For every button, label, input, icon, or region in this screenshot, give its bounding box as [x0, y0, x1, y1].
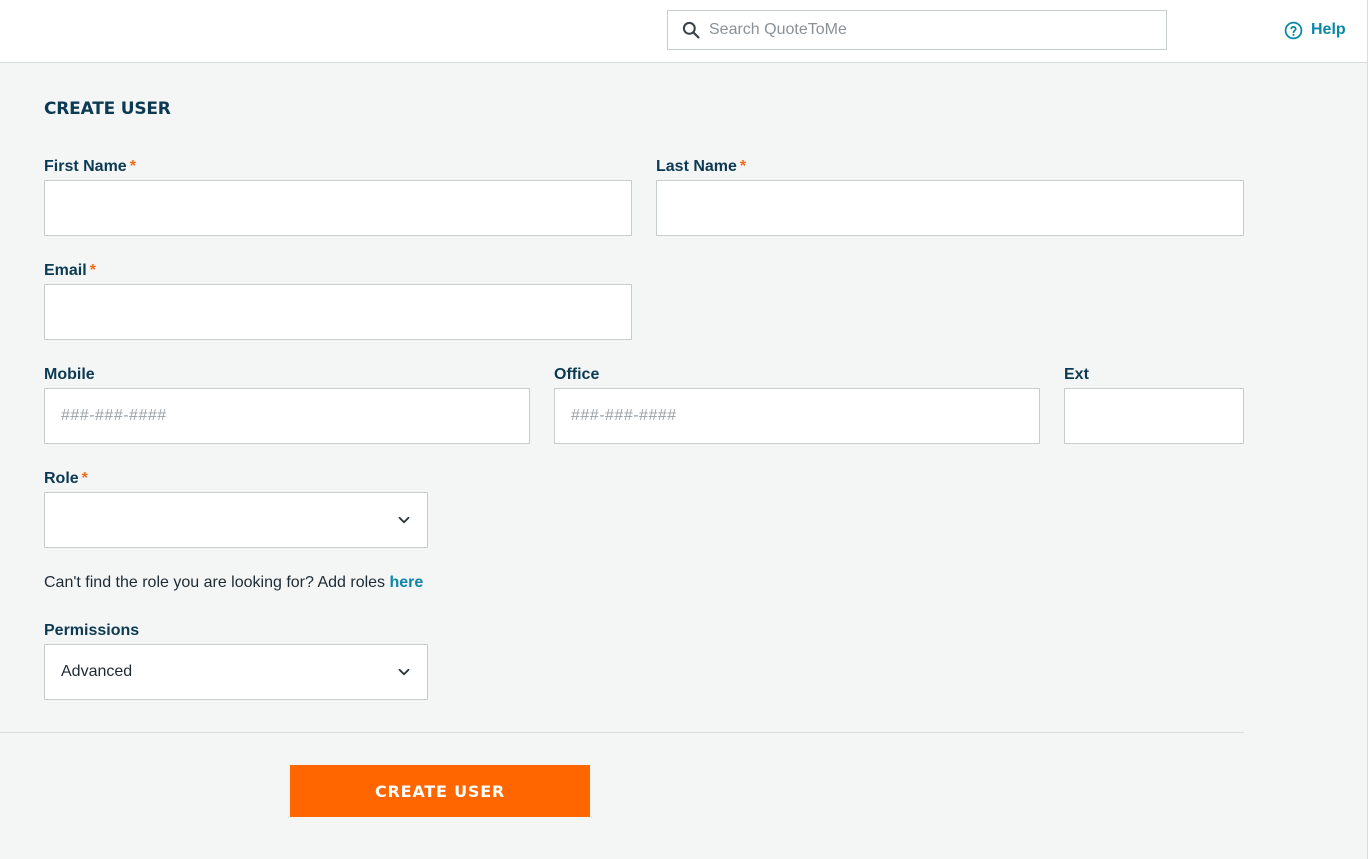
chevron-down-icon	[398, 516, 410, 524]
help-label: Help	[1311, 21, 1346, 38]
add-roles-link[interactable]: here	[389, 574, 423, 591]
search-box[interactable]	[667, 10, 1167, 50]
permissions-label: Permissions	[44, 622, 140, 639]
mobile-label: Mobile	[44, 366, 95, 383]
search-icon	[682, 21, 700, 39]
email-label: Email *	[44, 262, 96, 279]
office-label: Office	[554, 366, 600, 383]
required-marker: *	[81, 470, 88, 487]
role-hint: Can't find the role you are looking for?…	[44, 574, 423, 592]
chevron-down-icon	[398, 668, 410, 676]
required-marker: *	[89, 262, 96, 279]
ext-field[interactable]	[1064, 388, 1244, 444]
permissions-select[interactable]: Advanced	[44, 644, 428, 700]
role-select[interactable]	[44, 492, 428, 548]
ext-input[interactable]	[1065, 389, 1243, 443]
office-field[interactable]	[554, 388, 1040, 444]
mobile-input[interactable]	[45, 389, 529, 443]
email-input[interactable]	[45, 285, 631, 339]
permissions-selected-value: Advanced	[61, 663, 133, 680]
first-name-label: First Name *	[44, 158, 136, 175]
first-name-input[interactable]	[45, 181, 631, 235]
divider	[0, 732, 1244, 733]
page-title: CREATE USER	[44, 99, 171, 119]
help-circle-icon	[1284, 21, 1303, 39]
ext-label: Ext	[1064, 366, 1089, 383]
role-hint-text: Can't find the role you are looking for?…	[44, 574, 390, 591]
required-marker: *	[129, 158, 136, 175]
create-user-button[interactable]: CREATE USER	[290, 765, 590, 817]
required-marker: *	[739, 158, 747, 175]
mobile-field[interactable]	[44, 388, 530, 444]
help-link[interactable]: Help	[1284, 19, 1346, 41]
role-label: Role *	[44, 470, 88, 487]
last-name-field[interactable]	[656, 180, 1244, 236]
email-field[interactable]	[44, 284, 632, 340]
last-name-input[interactable]	[657, 181, 1243, 235]
search-input[interactable]	[709, 11, 1166, 49]
top-bar: Help	[0, 0, 1367, 63]
first-name-field[interactable]	[44, 180, 632, 236]
office-input[interactable]	[555, 389, 1039, 443]
last-name-label: Last Name *	[656, 158, 747, 175]
